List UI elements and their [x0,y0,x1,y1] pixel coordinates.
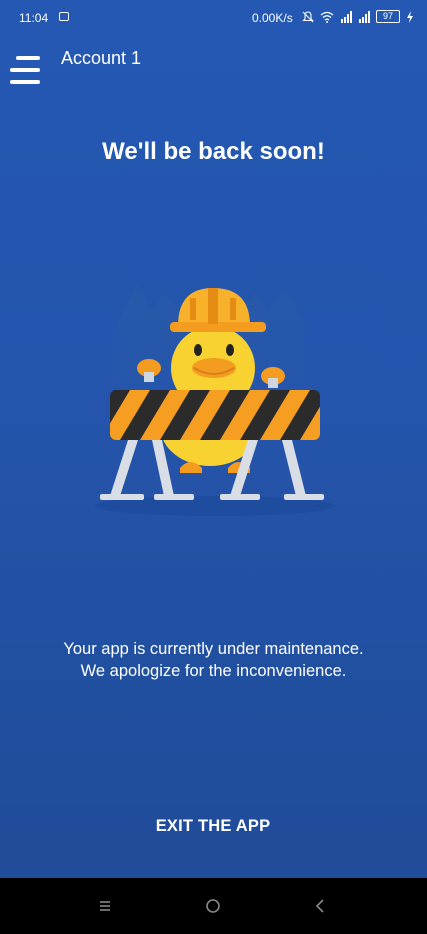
back-icon[interactable] [309,894,333,918]
status-icons: 97 [302,10,414,23]
exit-app-button[interactable]: EXIT THE APP [113,817,313,845]
maintenance-message: Your app is currently under maintenance.… [0,638,427,682]
signal-icon-1 [341,10,352,23]
mute-icon [302,10,314,22]
network-speed: 0.00K/s [252,11,293,25]
menu-icon-line [10,68,40,72]
page-title: We'll be back soon! [102,138,325,165]
signal-icon-2 [359,10,370,23]
message-notification-icon [59,12,69,21]
account-title: Account 1 [61,48,142,68]
system-navigation-bar [0,878,427,934]
under-construction-duck-illustration [95,283,335,516]
menu-icon-line [10,80,40,84]
status-time: 11:04 [19,11,49,25]
menu-icon-line [16,56,40,60]
app-bar: Account 1 [0,40,427,96]
status-bar: 11:04 0.00K/s 97 [0,0,427,36]
wifi-icon [320,11,334,23]
battery-icon: 97 [376,10,400,23]
message-line-2: We apologize for the inconvenience. [80,662,347,680]
message-line-1: Your app is currently under maintenance. [63,640,364,658]
recents-icon[interactable] [93,894,117,918]
maintenance-screen: 11:04 0.00K/s 97 Account 1 We'll be back… [0,0,427,934]
home-icon[interactable] [201,894,225,918]
barrier-board [110,390,320,440]
menu-button[interactable] [10,54,42,86]
charging-icon [407,10,413,23]
